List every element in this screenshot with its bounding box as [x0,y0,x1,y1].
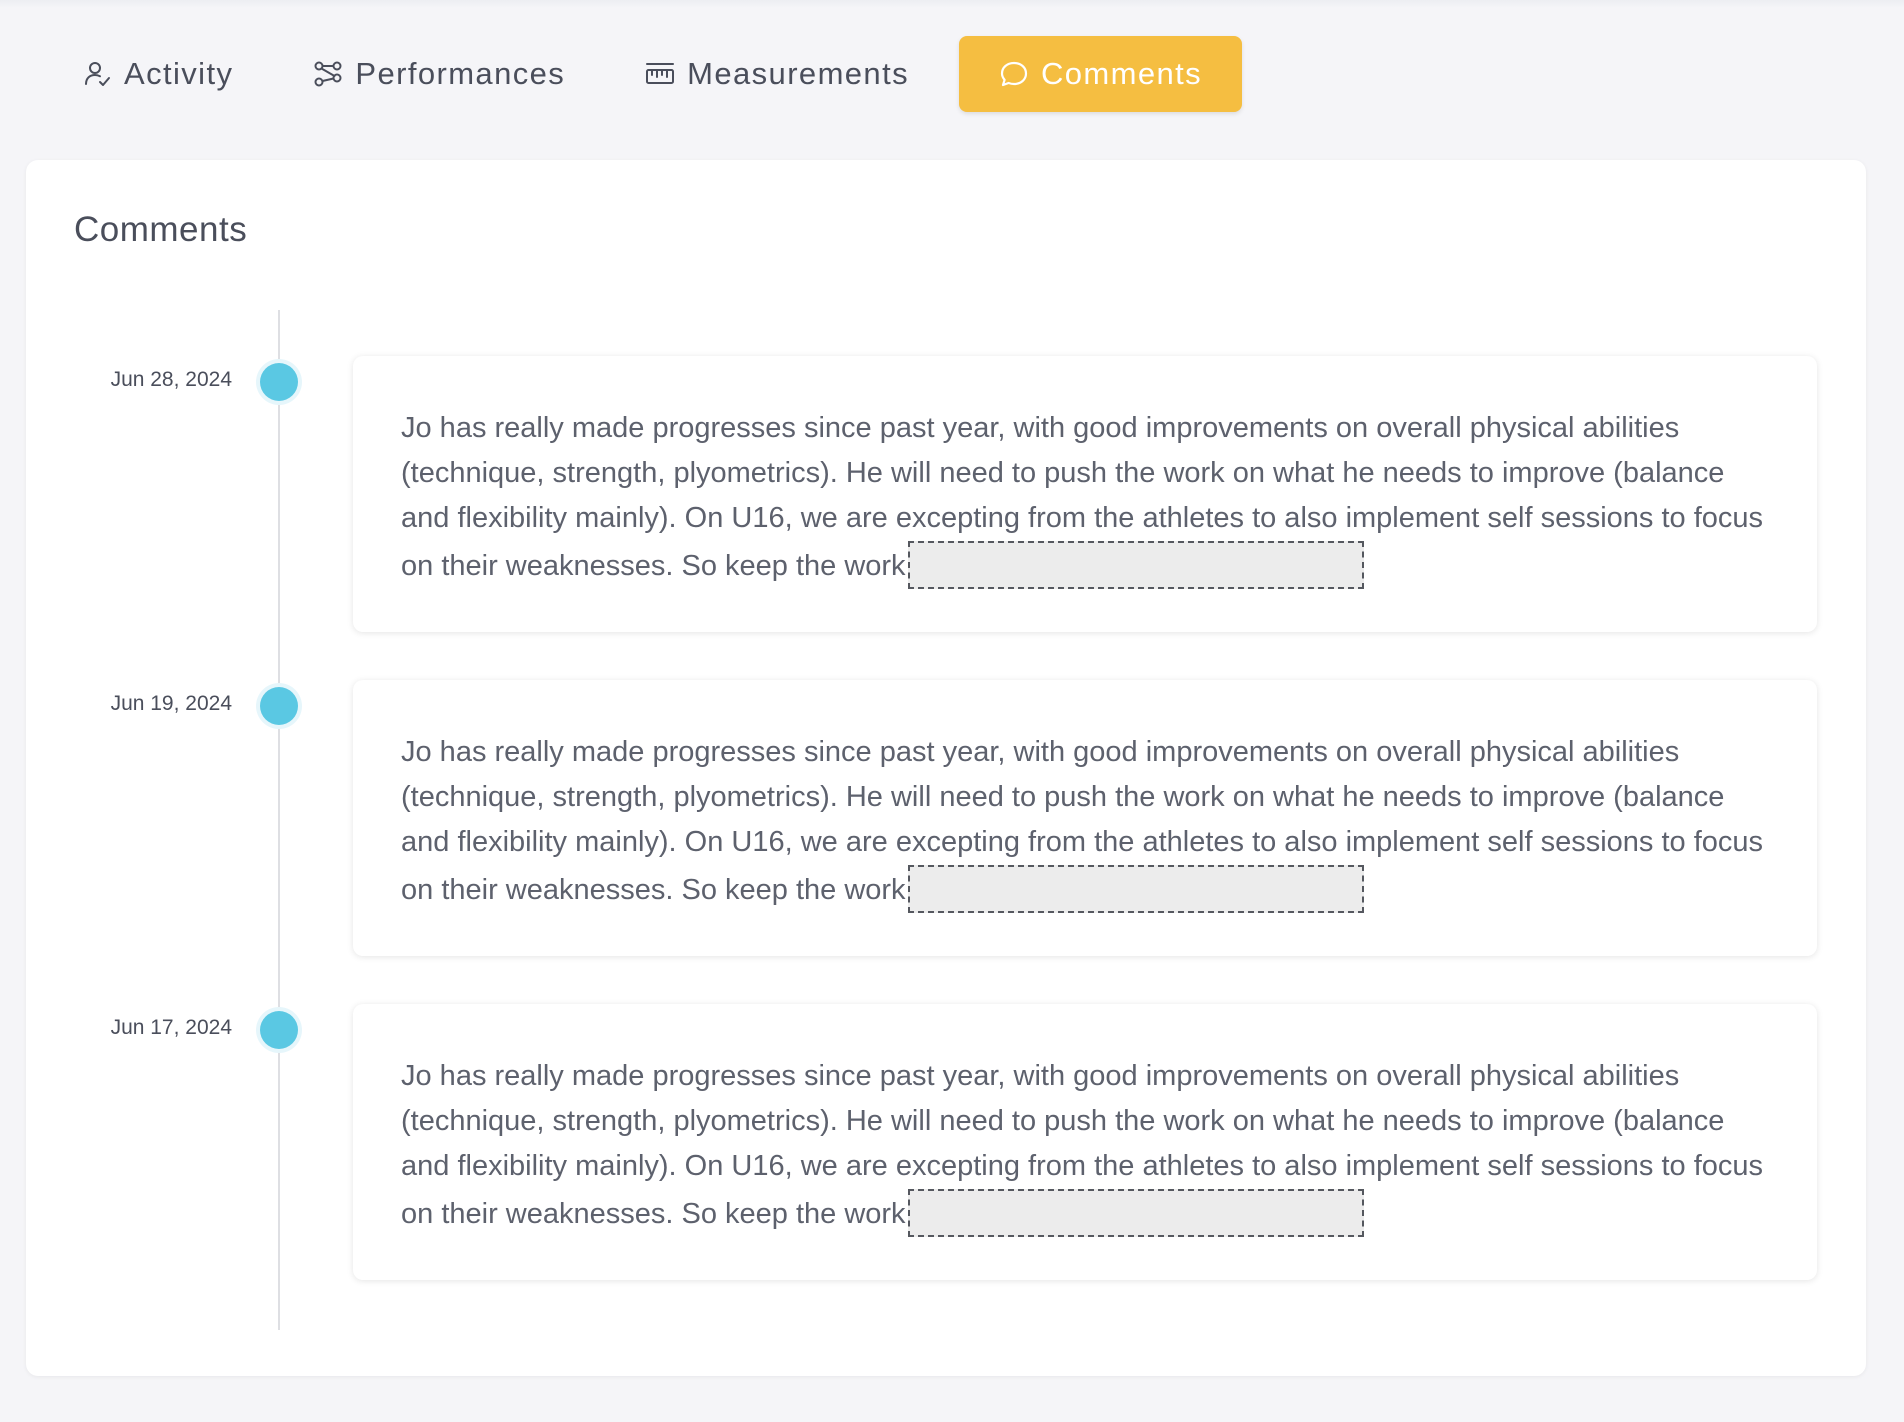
comments-card: Comments Jun 28, 2024 Jo has really made… [26,160,1866,1376]
ruler-icon [645,59,675,89]
tab-comments-label: Comments [1040,56,1203,91]
comment-bubble: Jo has really made progresses since past… [353,356,1817,632]
chat-bubble-icon [999,59,1029,89]
tab-activity-label: Activity [124,56,234,91]
timeline-dot [260,687,298,725]
timeline-entry: Jun 19, 2024 Jo has really made progress… [26,680,1866,960]
tab-performances-label: Performances [355,56,566,91]
tab-comments[interactable]: Comments [958,36,1243,112]
entry-date: Jun 17, 2024 [110,1016,232,1039]
nodes-icon [313,59,343,89]
comment-text-wrapper: Jo has really made progresses since past… [401,406,1777,589]
comment-bubble: Jo has really made progresses since past… [353,680,1817,956]
tab-bar: Activity Performances Measurements Comme… [52,36,1262,112]
redacted-block [907,1189,1364,1237]
timeline-entry: Jun 28, 2024 Jo has really made progress… [26,356,1866,636]
comment-text-wrapper: Jo has really made progresses since past… [401,730,1777,913]
redacted-block [907,541,1364,589]
comment-bubble: Jo has really made progresses since past… [353,1004,1817,1280]
user-check-icon [82,59,112,89]
section-title: Comments [74,210,248,249]
redacted-block [907,865,1364,913]
comment-text-wrapper: Jo has really made progresses since past… [401,1054,1777,1237]
entry-date: Jun 28, 2024 [110,368,232,391]
entry-date: Jun 19, 2024 [110,692,232,715]
tab-activity[interactable]: Activity [52,36,263,112]
timeline-entry: Jun 17, 2024 Jo has really made progress… [26,1004,1866,1284]
top-edge [0,0,1904,8]
tab-performances[interactable]: Performances [283,36,595,112]
tab-measurements[interactable]: Measurements [615,36,939,112]
tab-measurements-label: Measurements [687,56,909,91]
timeline-dot [260,1011,298,1049]
timeline-dot [260,363,298,401]
